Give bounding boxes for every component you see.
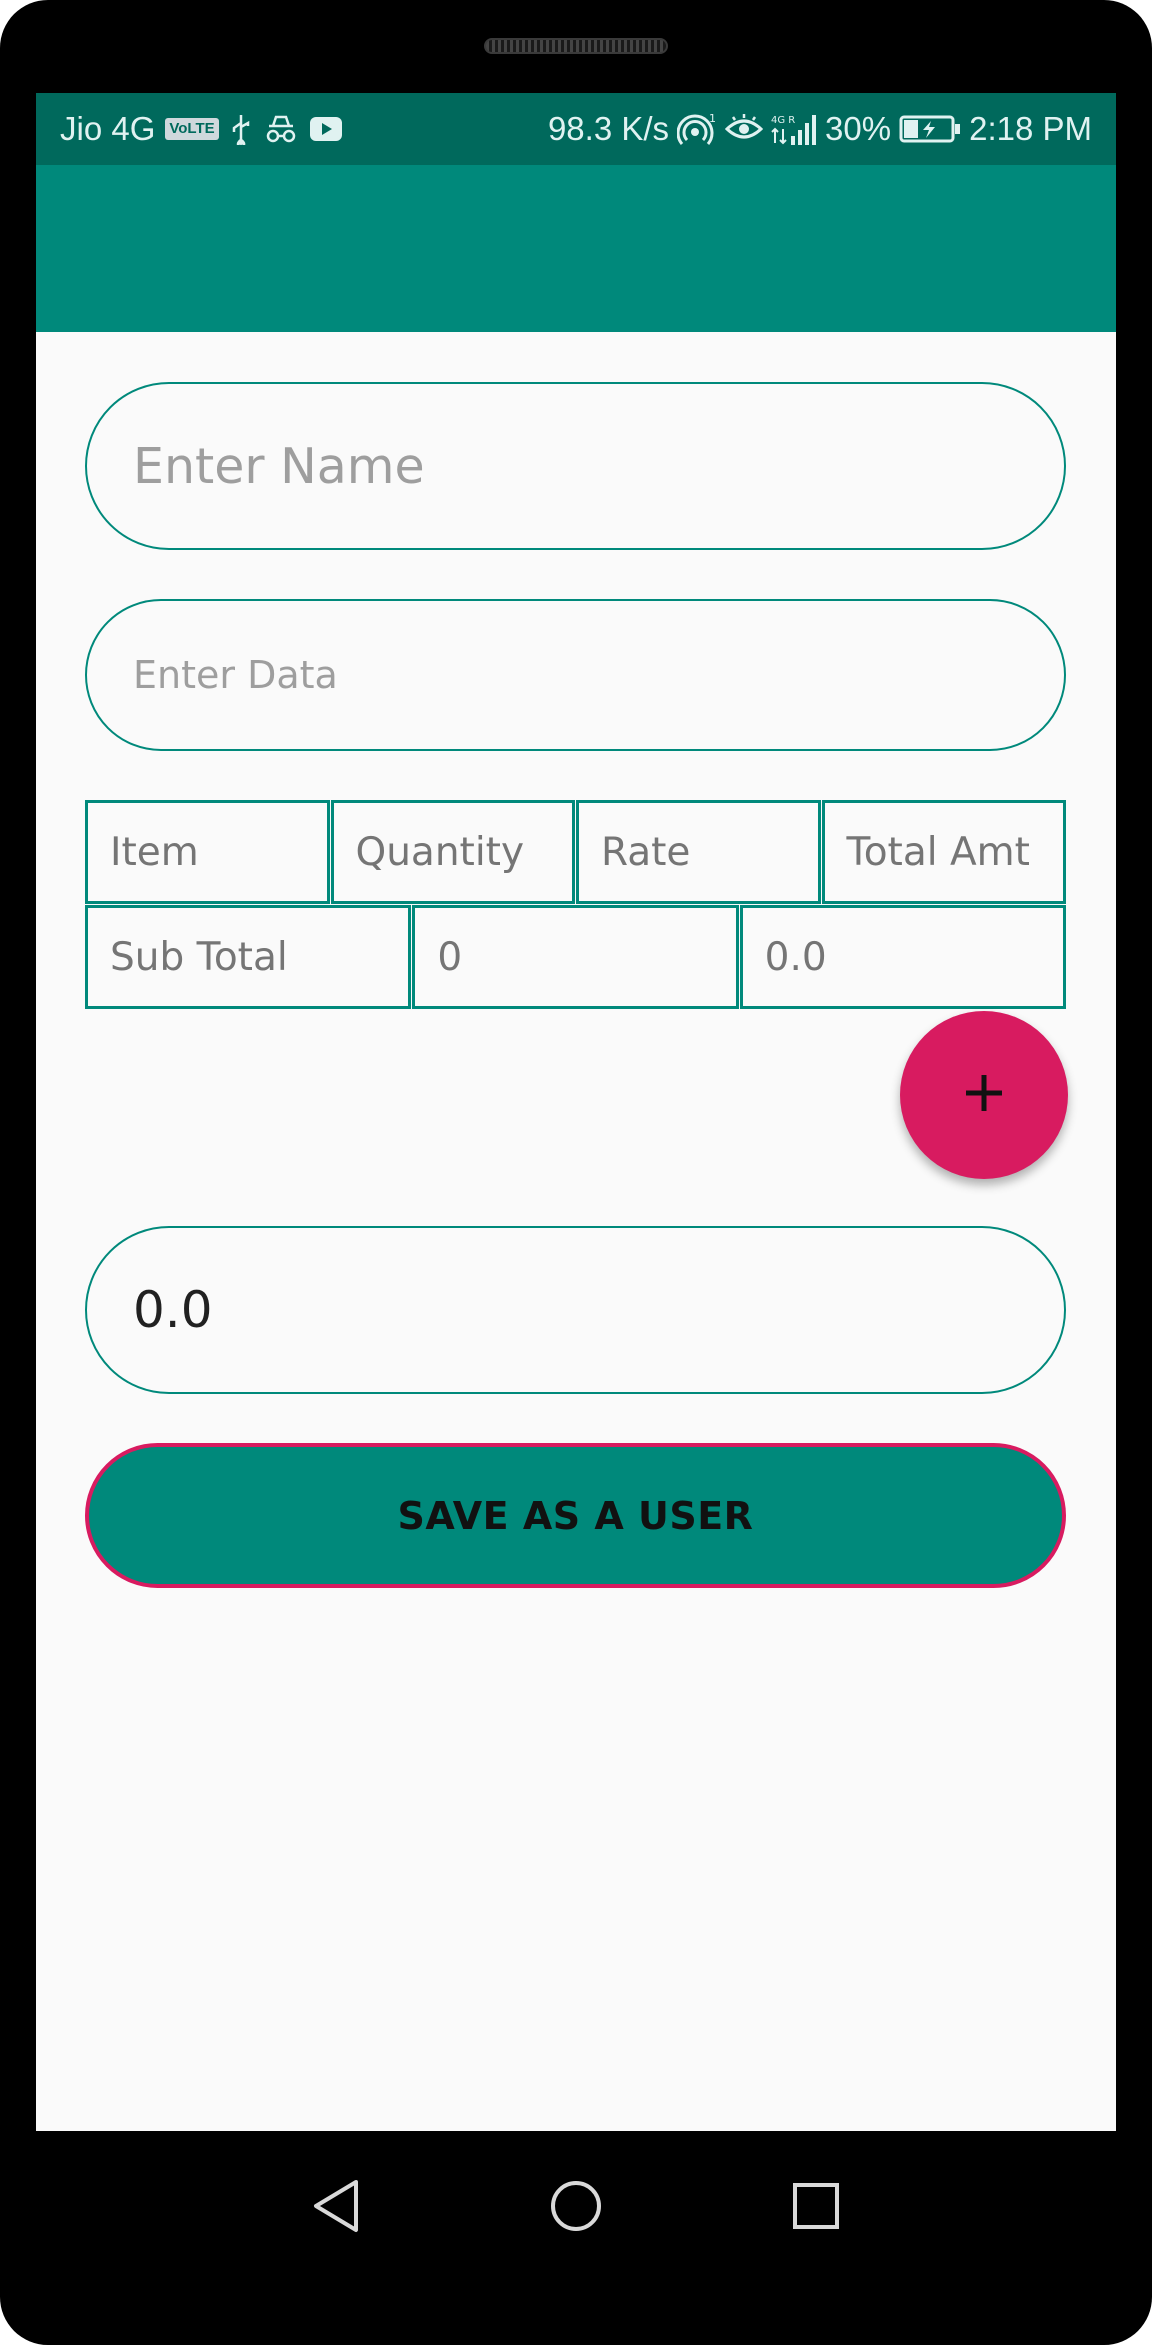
earpiece-speaker [484,38,668,54]
hotspot-icon: 1 [677,112,717,146]
volte-icon: VoLTE [165,118,219,140]
table-header-row: Item Quantity Rate Total Amt [85,800,1066,904]
youtube-icon [309,116,343,142]
header-quantity: Quantity [330,800,575,904]
navigation-bar [0,2131,1152,2281]
total-amount-field[interactable]: 0.0 [85,1226,1066,1394]
home-icon[interactable] [531,2161,621,2251]
save-as-user-button[interactable]: SAVE AS A USER [85,1443,1066,1588]
status-bar-right: 98.3 K/s 1 4G R 30% 2:18 PM [548,93,1092,165]
signal-4g-icon: 4G R [771,112,817,146]
back-icon[interactable] [290,2161,380,2251]
eye-icon [725,114,764,144]
usb-icon [229,113,253,145]
net-speed-label: 98.3 K/s [547,110,670,147]
battery-charging-icon [899,115,961,143]
header-rate: Rate [576,800,821,904]
header-item: Item [85,800,330,904]
data-input[interactable]: Enter Data [85,599,1066,751]
subtotal-row: Sub Total 0 0.0 [85,905,1066,1009]
carrier-label: Jio 4G [60,110,156,147]
name-input[interactable]: Enter Name [85,382,1066,550]
svg-text:4G R: 4G R [771,115,795,126]
status-bar-left: Jio 4G VoLTE [60,93,343,165]
phone-frame: Jio 4G VoLTE 98.3 K/s 1 4G R 30% 2:18 PM… [0,0,1152,2345]
items-table: Item Quantity Rate Total Amt Sub Total 0… [85,800,1066,1009]
svg-text:1: 1 [709,112,716,125]
battery-percent-label: 30% [825,110,892,147]
add-item-button[interactable] [900,1011,1068,1179]
recents-icon[interactable] [771,2161,861,2251]
subtotal-amount: 0.0 [739,905,1066,1009]
header-total-amt: Total Amt [821,800,1066,904]
subtotal-quantity: 0 [412,905,739,1009]
app-toolbar [36,165,1116,332]
subtotal-label: Sub Total [85,905,412,1009]
incognito-icon [263,113,299,145]
status-bar: Jio 4G VoLTE 98.3 K/s 1 4G R 30% 2:18 PM [36,93,1116,165]
clock-label: 2:18 PM [969,110,1092,147]
plus-icon [960,1069,1008,1122]
